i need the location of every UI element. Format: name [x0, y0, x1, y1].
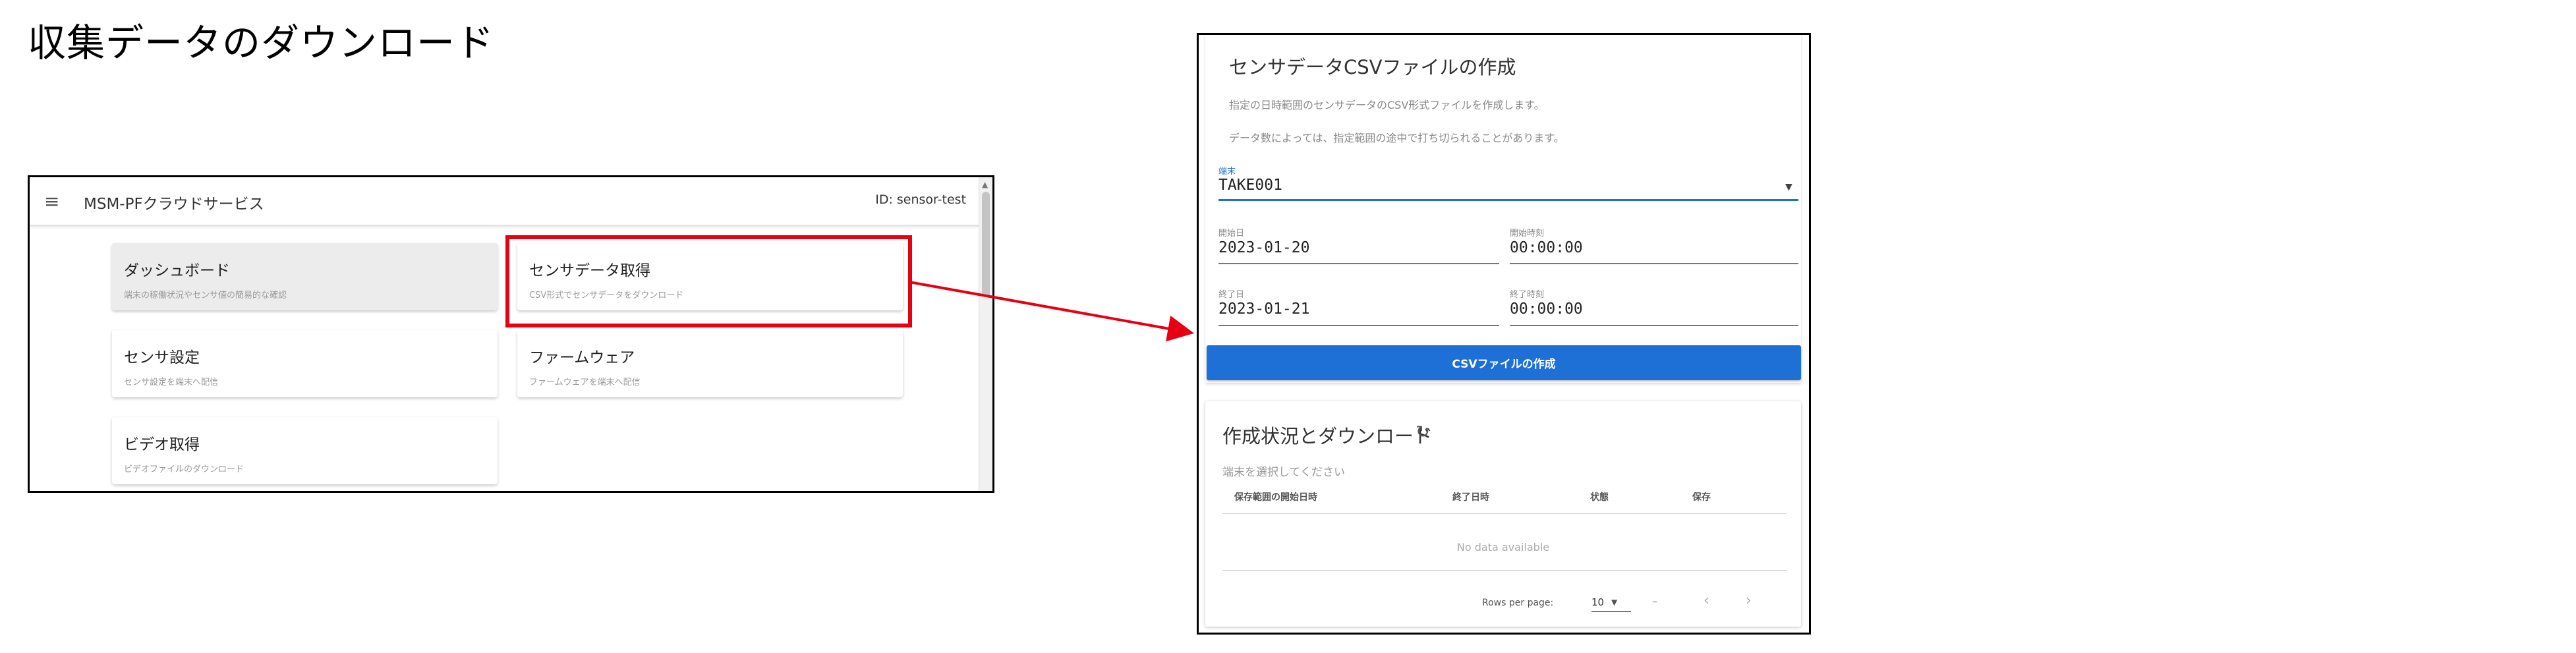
card-dashboard[interactable]: ダッシュボード 端末の稼働状況やセンサ値の簡易的な確認 — [112, 243, 498, 310]
form-title: センサデータCSVファイルの作成 — [1229, 56, 1516, 78]
card-firmware[interactable]: ファームウェア ファームウェアを端末へ配信 — [517, 330, 903, 397]
terminal-select[interactable]: TAKE001 — [1218, 177, 1282, 194]
status-title: 作成状況とダウンロード — [1222, 425, 1433, 447]
card-title: センサデータ取得 — [529, 262, 650, 279]
card-subtitle: ビデオファイルのダウンロード — [124, 465, 244, 474]
empty-message: No data available — [1456, 541, 1550, 554]
card-video[interactable]: ビデオ取得 ビデオファイルのダウンロード — [112, 417, 498, 484]
dashboard-screenshot: ≡ MSM-PFクラウドサービス ID: sensor-test ▲ ダッシュボ… — [28, 175, 994, 493]
scroll-up-icon[interactable]: ▲ — [982, 180, 988, 189]
status-hint: 端末を選択してください — [1222, 466, 1345, 479]
chevron-right-icon[interactable]: › — [1746, 592, 1752, 609]
form-description: データ数によっては、指定範囲の途中で打ち切られることがあります。 — [1229, 132, 1564, 144]
start-date-field[interactable]: 2023-01-20 — [1218, 239, 1309, 256]
end-date-label: 終了日 — [1218, 290, 1245, 300]
card-title: ビデオ取得 — [124, 436, 200, 453]
card-subtitle: センサ設定を端末へ配信 — [124, 378, 219, 387]
card-sensor-data[interactable]: センサデータ取得 CSV形式でセンサデータをダウンロード — [517, 243, 903, 310]
card-subtitle: CSV形式でセンサデータをダウンロード — [529, 291, 684, 300]
column-header[interactable]: 保存 — [1692, 490, 1711, 503]
create-csv-button[interactable]: CSVファイルの作成 — [1207, 345, 1801, 380]
rows-per-page-select[interactable]: 10 — [1591, 596, 1604, 608]
dropdown-caret-icon[interactable]: ▼ — [1785, 182, 1792, 192]
scroll-thumb[interactable] — [982, 192, 990, 297]
terminal-underline — [1218, 199, 1798, 201]
menu-icon[interactable]: ≡ — [44, 190, 59, 212]
field-underline — [1510, 263, 1798, 264]
dropdown-caret-icon[interactable]: ▼ — [1611, 598, 1617, 607]
end-time-field[interactable]: 00:00:00 — [1510, 300, 1583, 318]
field-underline — [1218, 325, 1499, 326]
card-title: ファームウェア — [529, 349, 635, 366]
field-underline — [1510, 325, 1798, 326]
start-date-label: 開始日 — [1218, 229, 1245, 239]
table-divider — [1222, 570, 1787, 571]
user-id: ID: sensor-test — [875, 192, 966, 207]
field-underline — [1218, 263, 1499, 264]
chevron-left-icon[interactable]: ‹ — [1703, 592, 1709, 609]
csv-form-panel: センサデータCSVファイルの作成 指定の日時範囲のセンサデータのCSV形式ファイ… — [1205, 35, 1801, 383]
start-time-label: 開始時刻 — [1510, 229, 1545, 239]
status-panel: 作成状況とダウンロード ↻ 端末を選択してください 保存範囲の開始日時 終了日時… — [1205, 401, 1801, 627]
csv-form-screenshot: センサデータCSVファイルの作成 指定の日時範囲のセンサデータのCSV形式ファイ… — [1197, 33, 1811, 635]
start-time-field[interactable]: 00:00:00 — [1510, 239, 1583, 256]
scrollbar[interactable]: ▲ — [979, 177, 992, 491]
page-range: – — [1652, 595, 1657, 608]
rows-per-page-label: Rows per page: — [1482, 598, 1554, 608]
app-bar: ≡ MSM-PFクラウドサービス ID: sensor-test — [30, 177, 979, 226]
card-sensor-settings[interactable]: センサ設定 センサ設定を端末へ配信 — [112, 330, 498, 397]
terminal-label: 端末 — [1218, 167, 1236, 177]
column-header[interactable]: 保存範囲の開始日時 — [1234, 490, 1317, 503]
field-underline — [1591, 611, 1631, 612]
end-time-label: 終了時刻 — [1510, 290, 1545, 300]
column-header[interactable]: 状態 — [1590, 490, 1609, 503]
card-title: ダッシュボード — [124, 262, 230, 279]
refresh-icon[interactable]: ↻ — [1416, 422, 1430, 442]
service-name: MSM-PFクラウドサービス — [84, 196, 264, 213]
card-title: センサ設定 — [124, 349, 200, 366]
form-description: 指定の日時範囲のセンサデータのCSV形式ファイルを作成します。 — [1229, 99, 1545, 111]
column-header[interactable]: 終了日時 — [1452, 490, 1489, 503]
card-subtitle: 端末の稼働状況やセンサ値の簡易的な確認 — [124, 291, 287, 300]
table-divider — [1222, 513, 1787, 514]
card-subtitle: ファームウェアを端末へ配信 — [529, 378, 641, 387]
slide-title: 収集データのダウンロード — [28, 20, 495, 65]
end-date-field[interactable]: 2023-01-21 — [1218, 300, 1309, 318]
